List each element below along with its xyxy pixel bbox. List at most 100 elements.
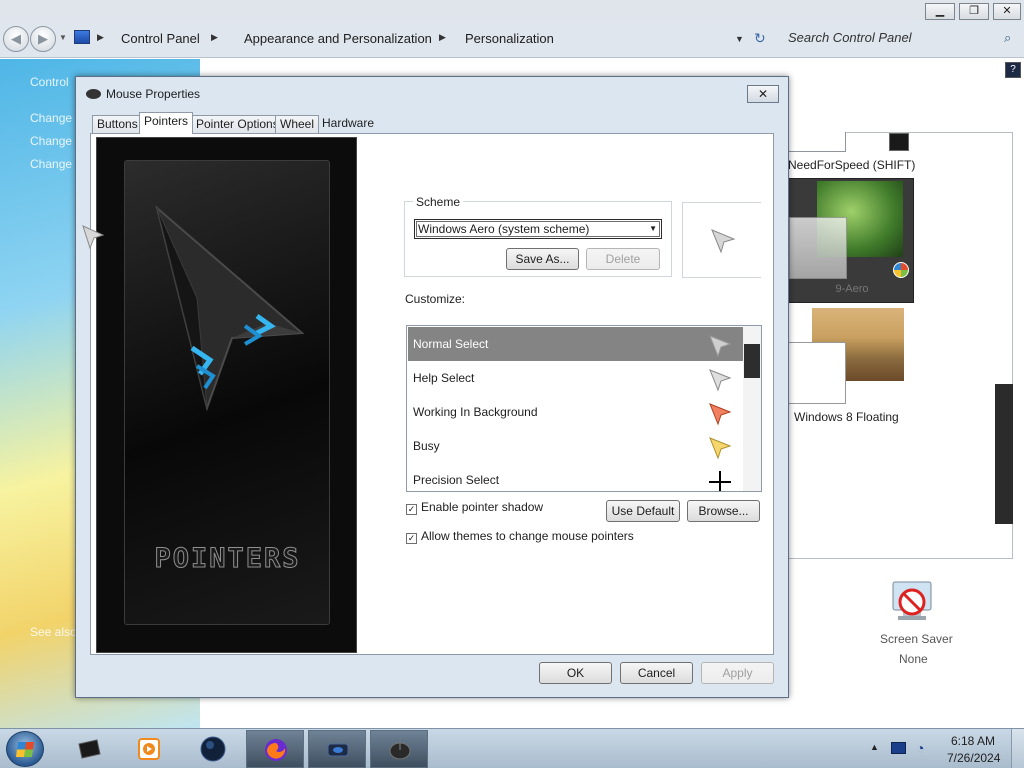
- cursor-preview-box: [682, 202, 761, 278]
- taskbar-item-active[interactable]: [246, 730, 304, 768]
- taskbar-item[interactable]: [120, 730, 178, 768]
- sidebar-item[interactable]: Control: [30, 75, 69, 89]
- theme-thumbnail[interactable]: [788, 132, 846, 152]
- window-preview: [789, 217, 847, 279]
- checkbox-checked-icon[interactable]: ✓: [406, 533, 417, 544]
- cursor-name: Working In Background: [413, 405, 538, 419]
- clock-time[interactable]: 6:18 AM: [951, 734, 995, 748]
- taskbar-item[interactable]: [60, 730, 118, 768]
- apply-button[interactable]: Apply: [701, 662, 774, 684]
- show-desktop-button[interactable]: [1011, 729, 1024, 768]
- mouse-app-icon: [327, 743, 349, 757]
- arrow-red-icon: [709, 403, 732, 426]
- search-icon[interactable]: ⌕: [1004, 30, 1011, 46]
- checkbox-checked-icon[interactable]: ✓: [406, 504, 417, 515]
- preview-title: POINTERS: [154, 543, 301, 575]
- windows-logo-icon: [893, 262, 909, 278]
- close-window-button[interactable]: ✕: [993, 3, 1021, 20]
- theme-name: 9-Aero: [835, 283, 869, 295]
- tab-pointer-options[interactable]: Pointer Options: [191, 115, 284, 133]
- forward-button[interactable]: ▶: [30, 26, 56, 52]
- minimize-button[interactable]: ▁: [925, 3, 955, 20]
- theme-name[interactable]: NeedForSpeed (SHIFT): [788, 158, 915, 172]
- network-icon[interactable]: ◔: [916, 740, 924, 756]
- tab-buttons[interactable]: Buttons: [92, 115, 143, 133]
- scheme-dropdown[interactable]: Windows Aero (system scheme) ▼: [414, 219, 662, 239]
- mouse-properties-dialog: Mouse Properties ✕ Buttons Pointers Poin…: [75, 76, 789, 698]
- restore-button[interactable]: ❐: [959, 3, 989, 20]
- window-titlebar: ▁ ❐ ✕: [0, 0, 1024, 22]
- list-scrollbar[interactable]: [743, 326, 761, 491]
- checkbox-label: Allow themes to change mouse pointers: [421, 529, 634, 543]
- cursor-name: Precision Select: [413, 473, 500, 487]
- list-item[interactable]: Help Select: [408, 361, 743, 395]
- cursor-name: Help Select: [413, 371, 475, 385]
- cancel-button[interactable]: Cancel: [620, 662, 693, 684]
- list-item[interactable]: Precision Select: [408, 463, 743, 491]
- pointer-scheme-preview-image: POINTERS: [96, 137, 357, 653]
- taskbar-item-active[interactable]: [308, 730, 366, 768]
- recent-pages-dropdown-icon[interactable]: ▼: [59, 33, 67, 42]
- cursor-name: Busy: [413, 439, 440, 453]
- breadcrumb-personalization[interactable]: Personalization: [465, 31, 554, 46]
- theme-thumbnail-selected[interactable]: 9-Aero: [788, 178, 914, 303]
- cursor-list[interactable]: Normal Select Help Select Working In Bac…: [406, 325, 762, 492]
- screen-saver-value: None: [899, 652, 928, 666]
- chevron-right-icon[interactable]: ▶: [97, 32, 104, 43]
- tab-hardware[interactable]: Hardware: [318, 115, 378, 133]
- clock-date[interactable]: 7/26/2024: [947, 751, 1000, 765]
- dark-orb-icon: [200, 736, 226, 762]
- screen-saver-label[interactable]: Screen Saver: [880, 632, 953, 646]
- arrow-yellow-icon: [709, 437, 732, 460]
- save-as-button[interactable]: Save As...: [506, 248, 579, 270]
- pointers-tab-panel: POINTERS Scheme Windows Aero (system sch…: [90, 133, 774, 655]
- mouse-properties-icon: [389, 742, 411, 760]
- breadcrumb-appearance[interactable]: Appearance and Personalization: [244, 31, 432, 46]
- browse-button[interactable]: Browse...: [687, 500, 760, 522]
- list-item[interactable]: Working In Background: [408, 395, 743, 429]
- sidebar-item[interactable]: Change: [30, 111, 72, 125]
- arrow-gray-icon: [709, 335, 732, 358]
- customize-label: Customize:: [405, 292, 466, 306]
- windows-logo-icon: [15, 742, 35, 757]
- tab-pointers[interactable]: Pointers: [139, 112, 194, 134]
- scheme-selected-value: Windows Aero (system scheme): [418, 222, 590, 236]
- enable-pointer-shadow-checkbox[interactable]: ✓ Enable pointer shadow: [406, 500, 543, 515]
- taskbar-item-active[interactable]: [370, 730, 428, 768]
- theme-icon: [889, 133, 909, 151]
- address-dropdown-icon[interactable]: ▼: [735, 34, 744, 44]
- show-hidden-icons-icon[interactable]: ▲: [870, 742, 879, 752]
- action-center-icon[interactable]: [891, 742, 906, 754]
- refresh-icon[interactable]: ↻: [754, 30, 766, 47]
- theme-name[interactable]: Windows 8 Floating: [794, 410, 899, 424]
- search-input[interactable]: Search Control Panel: [788, 30, 912, 45]
- dropdown-arrow-icon: ▼: [649, 224, 657, 233]
- help-icon[interactable]: ?: [1005, 62, 1021, 78]
- checkbox-label: Enable pointer shadow: [421, 500, 544, 514]
- ok-button[interactable]: OK: [539, 662, 612, 684]
- breadcrumb-control-panel[interactable]: Control Panel: [121, 31, 200, 46]
- scrollbar-thumb[interactable]: [744, 344, 760, 378]
- chevron-right-icon[interactable]: ▶: [439, 32, 446, 43]
- list-item[interactable]: Normal Select: [408, 327, 743, 361]
- list-item[interactable]: Busy: [408, 429, 743, 463]
- see-also-heading: See also: [30, 625, 77, 639]
- allow-themes-checkbox[interactable]: ✓ Allow themes to change mouse pointers: [406, 529, 634, 544]
- gallery-scrollbar[interactable]: [995, 384, 1013, 524]
- dialog-close-button[interactable]: ✕: [747, 85, 779, 103]
- delete-button[interactable]: Delete: [586, 248, 660, 270]
- use-default-button[interactable]: Use Default: [606, 500, 680, 522]
- screen-saver-icon[interactable]: [889, 580, 935, 624]
- arrow-cursor-artwork: [155, 205, 305, 412]
- firefox-icon: [265, 739, 287, 761]
- chevron-right-icon[interactable]: ▶: [211, 32, 218, 43]
- media-player-icon: [138, 738, 160, 760]
- taskbar-item[interactable]: [184, 730, 242, 768]
- sidebar-item[interactable]: Change: [30, 157, 72, 171]
- window-preview: [788, 342, 846, 404]
- sidebar-item[interactable]: Change: [30, 134, 72, 148]
- start-button[interactable]: [6, 731, 44, 767]
- back-button[interactable]: ◀: [3, 26, 29, 52]
- arrow-gray-icon: [711, 229, 736, 254]
- tab-wheel[interactable]: Wheel: [275, 115, 320, 133]
